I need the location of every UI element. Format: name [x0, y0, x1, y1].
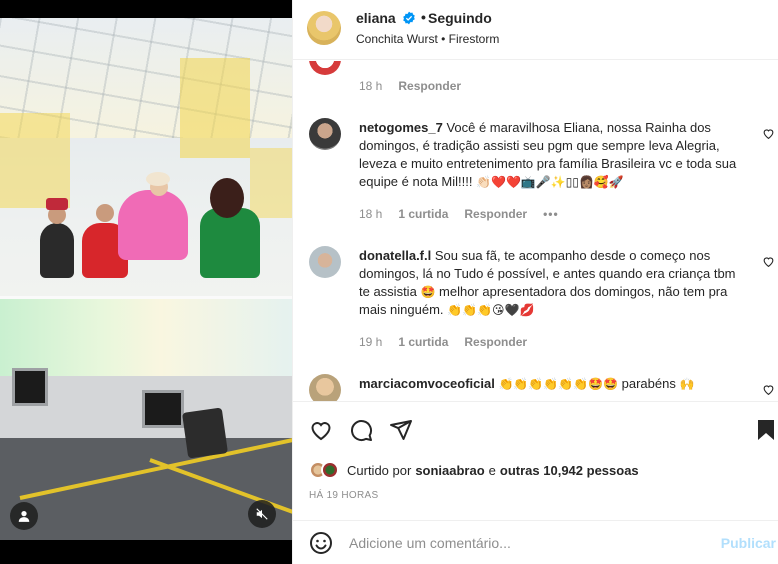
comment-options-icon[interactable]: ••• [543, 207, 559, 221]
emoji-icon[interactable] [309, 531, 333, 555]
liker-username[interactable]: soniaabrao [415, 463, 484, 478]
post-header: eliana • Seguindo Conchita Wurst • Fires… [293, 0, 778, 60]
comment-meta: 19 h 1 curtida Responder [359, 335, 528, 349]
comments-list: 18 h Responder netogomes_7 Você é maravi… [293, 61, 778, 401]
comment-icon[interactable] [349, 418, 373, 442]
author-avatar[interactable] [307, 11, 341, 45]
likes-others-link[interactable]: outras 10,942 pessoas [500, 463, 639, 478]
comment-meta: 18 h 1 curtida Responder ••• [359, 207, 559, 221]
comment-body: marciacomvoceoficial 👏👏👏👏👏👏🤩🤩 parabéns 🙌 [359, 376, 695, 391]
post-actions [293, 401, 778, 456]
equipment-case [181, 407, 229, 459]
verified-badge-icon [403, 11, 415, 25]
comment-like-icon[interactable] [762, 383, 775, 396]
publish-button[interactable]: Publicar [721, 535, 776, 551]
comment-like-icon[interactable] [762, 127, 775, 140]
comment-likes[interactable]: 1 curtida [398, 207, 448, 221]
reply-button[interactable]: Responder [398, 79, 461, 93]
muted-speaker-icon [256, 508, 268, 520]
comment-meta: 18 h Responder [359, 79, 462, 93]
user-tag-icon [18, 511, 30, 522]
comment-avatar[interactable] [309, 374, 341, 401]
comment-body: donatella.f.l Sou sua fã, te acompanho d… [359, 248, 736, 317]
add-comment-bar: Publicar [293, 520, 778, 564]
post-timestamp: HÁ 19 HORAS [309, 490, 379, 501]
comment-username[interactable]: marciacomvoceoficial [359, 376, 495, 391]
comment-avatar[interactable] [309, 246, 341, 278]
reply-button[interactable]: Responder [464, 207, 527, 221]
comment-body: netogomes_7 Você é maravilhosa Eliana, n… [359, 120, 737, 189]
comment-avatar[interactable] [309, 61, 341, 75]
following-button[interactable]: Seguindo [428, 10, 492, 26]
comment-likes[interactable]: 1 curtida [398, 335, 448, 349]
comment-username[interactable]: netogomes_7 [359, 120, 443, 135]
comment-username[interactable]: donatella.f.l [359, 248, 431, 263]
bookmark-icon[interactable] [754, 418, 778, 442]
tagged-users-button[interactable] [10, 502, 38, 530]
heart-icon[interactable] [309, 418, 333, 442]
mute-button[interactable] [248, 500, 276, 528]
share-icon[interactable] [389, 418, 413, 442]
post-details: eliana • Seguindo Conchita Wurst • Fires… [292, 0, 778, 564]
post-video[interactable] [0, 0, 292, 564]
likes-summary: Curtido por soniaabrao e outras 10,942 p… [309, 460, 639, 480]
author-username[interactable]: eliana [356, 10, 396, 26]
comment-like-icon[interactable] [762, 255, 775, 268]
comment-avatar[interactable] [309, 118, 341, 150]
video-frame [0, 18, 292, 540]
audio-track-link[interactable]: Conchita Wurst • Firestorm [356, 32, 499, 46]
reply-button[interactable]: Responder [464, 335, 527, 349]
comment-input[interactable] [349, 531, 709, 555]
liker-avatar[interactable] [321, 461, 339, 479]
